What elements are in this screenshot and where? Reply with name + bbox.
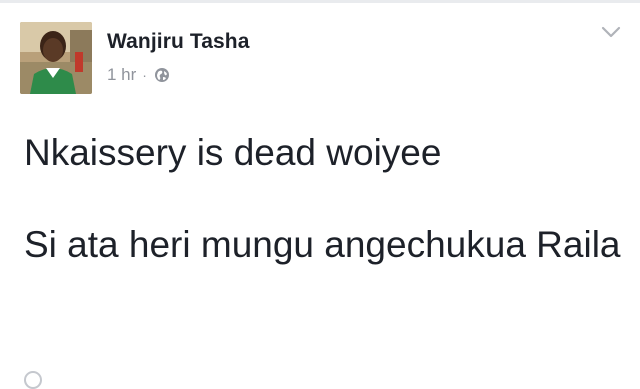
author-name[interactable]: Wanjiru Tasha — [107, 30, 250, 54]
chevron-down-icon[interactable] — [600, 24, 622, 40]
post-body: Nkaissery is dead woiyee Si ata heri mun… — [24, 128, 624, 270]
facebook-post: Wanjiru Tasha 1 hr · Nkaissery is dead w… — [0, 0, 640, 389]
post-top-border — [0, 0, 640, 3]
meta-separator: · — [142, 67, 147, 83]
globe-icon[interactable] — [154, 67, 170, 83]
post-meta: 1 hr · — [107, 65, 170, 85]
post-timestamp[interactable]: 1 hr — [107, 65, 136, 85]
avatar[interactable] — [20, 22, 92, 94]
reaction-icon-partial — [24, 371, 42, 389]
avatar-image — [20, 22, 92, 94]
post-text-line-1: Nkaissery is dead woiyee — [24, 132, 442, 173]
post-text-line-2: Si ata heri mungu angechukua Raila — [24, 224, 621, 265]
